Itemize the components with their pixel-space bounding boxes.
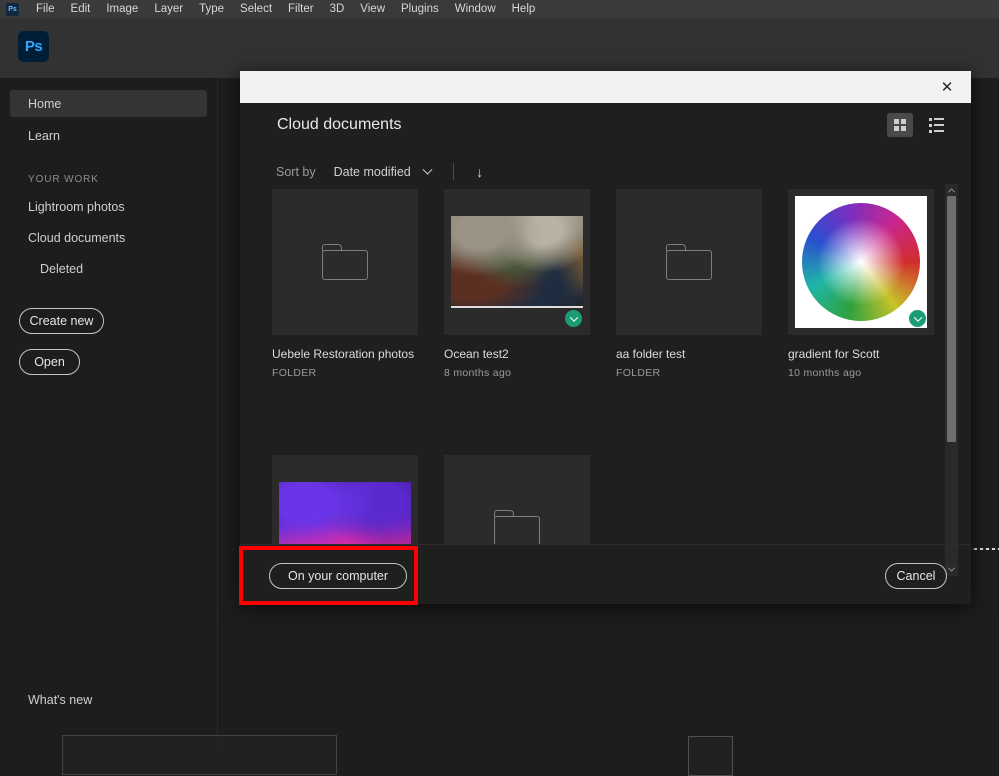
cloud-synced-badge-icon	[565, 310, 582, 327]
sort-by-value: Date modified	[334, 165, 411, 179]
scrollbar-thumb[interactable]	[947, 196, 956, 442]
file-grid: Uebele Restoration photos FOLDER Ocean t…	[272, 189, 944, 544]
menu-item-view[interactable]: View	[352, 0, 393, 19]
sort-controls: Sort by Date modified ↓	[276, 163, 483, 180]
photoshop-mini-logo-icon: Ps	[6, 3, 19, 16]
open-button[interactable]: Open	[19, 349, 80, 375]
sort-by-label: Sort by	[276, 165, 316, 179]
menu-item-edit[interactable]: Edit	[63, 0, 99, 19]
file-thumbnail	[444, 189, 590, 335]
sidebar: Home Learn YOUR WORK Lightroom photos Cl…	[0, 78, 218, 751]
sidebar-section-your-work: YOUR WORK	[10, 161, 207, 185]
background-card	[62, 735, 337, 775]
cloud-documents-dialog: ✕ Cloud documents Sort by Date modified …	[240, 71, 971, 604]
folder-icon	[494, 510, 540, 544]
selection-marching-ants	[968, 548, 999, 550]
menu-item-window[interactable]: Window	[447, 0, 504, 19]
file-card[interactable]: aa folder test FOLDER	[616, 189, 762, 379]
grid-view-icon[interactable]	[887, 113, 913, 137]
folder-icon	[322, 244, 368, 280]
file-meta: 8 months ago	[444, 367, 590, 379]
dialog-footer: On your computer Cancel	[240, 544, 971, 604]
file-thumbnail	[444, 455, 590, 544]
file-name: Uebele Restoration photos	[272, 347, 418, 361]
file-thumbnail	[788, 189, 934, 335]
cancel-button[interactable]: Cancel	[885, 563, 947, 589]
menu-bar: Ps File Edit Image Layer Type Select Fil…	[0, 0, 999, 19]
file-thumbnail	[616, 189, 762, 335]
menu-item-type[interactable]: Type	[191, 0, 232, 19]
menu-item-file[interactable]: File	[28, 0, 63, 19]
file-meta: FOLDER	[272, 367, 418, 379]
sidebar-item-label: Learn	[28, 129, 60, 143]
thumbnail-image	[279, 482, 411, 544]
chevron-down-icon	[423, 164, 433, 174]
sidebar-item-label: Deleted	[40, 262, 83, 276]
photoshop-logo-icon[interactable]: Ps	[18, 31, 49, 62]
sidebar-item-deleted[interactable]: Deleted	[10, 255, 207, 282]
sidebar-item-label: Lightroom photos	[28, 200, 125, 214]
file-card[interactable]	[272, 455, 418, 544]
on-your-computer-button[interactable]: On your computer	[269, 563, 407, 589]
create-new-button[interactable]: Create new	[19, 308, 104, 334]
sidebar-item-learn[interactable]: Learn	[10, 122, 207, 149]
menu-item-filter[interactable]: Filter	[280, 0, 322, 19]
file-name: gradient for Scott	[788, 347, 934, 361]
dialog-titlebar: ✕	[240, 71, 971, 103]
view-toggle-group	[887, 113, 949, 137]
dialog-title: Cloud documents	[277, 116, 402, 134]
close-icon[interactable]: ✕	[931, 71, 963, 103]
file-meta: 10 months ago	[788, 367, 934, 379]
sort-direction-icon[interactable]: ↓	[476, 164, 483, 180]
file-card[interactable]	[444, 455, 590, 544]
menu-item-3d[interactable]: 3D	[322, 0, 353, 19]
file-name: aa folder test	[616, 347, 762, 361]
file-name: Ocean test2	[444, 347, 590, 361]
menu-item-layer[interactable]: Layer	[146, 0, 191, 19]
thumbnail-image	[795, 196, 927, 328]
sidebar-item-label: Home	[28, 97, 61, 111]
list-view-icon[interactable]	[923, 113, 949, 137]
file-thumbnail	[272, 455, 418, 544]
folder-icon	[666, 244, 712, 280]
thumbnail-image	[451, 216, 583, 308]
whats-new-label[interactable]: What's new	[28, 693, 92, 707]
sidebar-item-label: Cloud documents	[28, 231, 125, 245]
background-card	[688, 736, 733, 776]
menu-item-image[interactable]: Image	[98, 0, 146, 19]
file-card[interactable]: Ocean test2 8 months ago	[444, 189, 590, 379]
file-meta: FOLDER	[616, 367, 762, 379]
menu-item-plugins[interactable]: Plugins	[393, 0, 447, 19]
sidebar-item-home[interactable]: Home	[10, 90, 207, 117]
file-card[interactable]: gradient for Scott 10 months ago	[788, 189, 934, 379]
menu-item-select[interactable]: Select	[232, 0, 280, 19]
file-card[interactable]: Uebele Restoration photos FOLDER	[272, 189, 418, 379]
file-grid-scrollbar[interactable]	[945, 184, 958, 576]
app-header: Ps	[0, 19, 999, 78]
divider	[453, 163, 454, 180]
sidebar-item-cloud-documents[interactable]: Cloud documents	[10, 224, 207, 251]
sort-by-dropdown[interactable]: Date modified	[334, 165, 432, 179]
file-thumbnail	[272, 189, 418, 335]
sidebar-item-lightroom-photos[interactable]: Lightroom photos	[10, 193, 207, 220]
menu-item-help[interactable]: Help	[504, 0, 544, 19]
cloud-synced-badge-icon	[909, 310, 926, 327]
